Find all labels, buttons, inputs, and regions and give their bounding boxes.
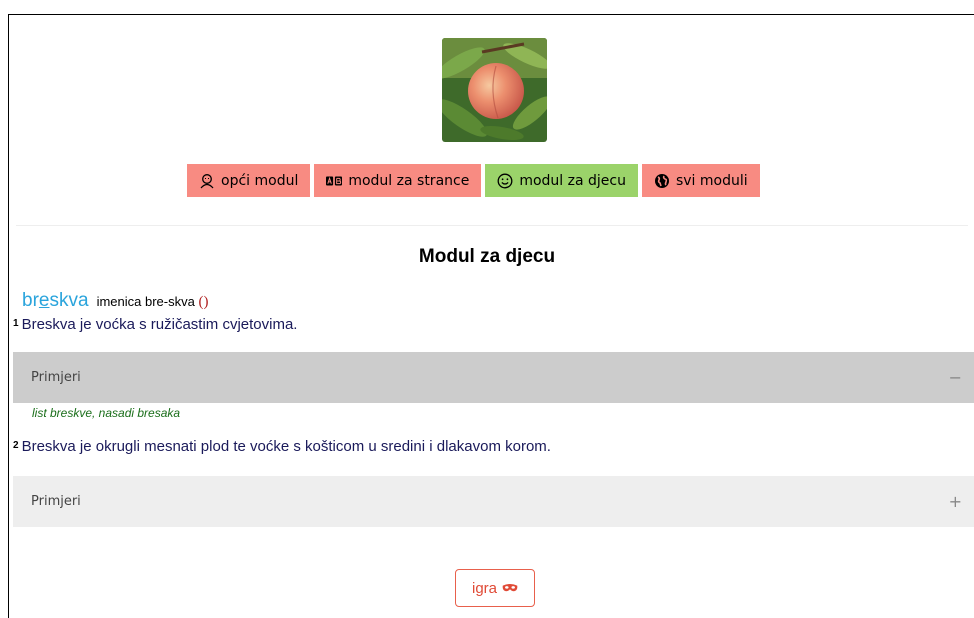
sense-number: 2 bbox=[13, 440, 19, 451]
examples-toggle-2[interactable]: Primjeri + bbox=[13, 476, 974, 527]
smiley-icon bbox=[497, 173, 513, 189]
module-nav: opći modul modul za strance modul za dje… bbox=[187, 164, 760, 197]
foreigners-module-label: modul za strance bbox=[348, 172, 470, 189]
sense-1-definition: 1 Breskva je voćka s ružičastim cvjetovim… bbox=[13, 316, 298, 333]
general-module-button[interactable]: opći modul bbox=[187, 164, 311, 197]
sense-2-definition: 2 Breskva je okrugli mesnati plod te voćk… bbox=[13, 438, 551, 455]
children-module-button[interactable]: modul za djecu bbox=[485, 164, 638, 197]
ab-translate-icon bbox=[326, 173, 343, 189]
examples-toggle-1[interactable]: Primjeri − bbox=[13, 352, 974, 403]
game-label: igra bbox=[471, 579, 497, 597]
general-module-label: opći modul bbox=[221, 172, 299, 189]
children-module-label: modul za djecu bbox=[519, 172, 626, 189]
sense-1-examples: list breskve, nasadi bresaka bbox=[32, 406, 181, 420]
peach-image bbox=[442, 38, 547, 142]
part-of-speech: imenica bre-skva () bbox=[96, 294, 209, 310]
header-divider bbox=[16, 225, 968, 226]
person-icon bbox=[199, 173, 215, 189]
mask-icon bbox=[502, 580, 518, 596]
examples-label: Primjeri bbox=[31, 370, 81, 385]
headword: breskva bbox=[22, 290, 89, 311]
globe-icon bbox=[654, 173, 670, 189]
frame-left-border bbox=[8, 14, 9, 618]
collapse-icon: − bbox=[948, 368, 962, 387]
all-modules-button[interactable]: svi moduli bbox=[641, 164, 760, 197]
examples-label: Primjeri bbox=[31, 494, 81, 509]
foreigners-module-button[interactable]: modul za strance bbox=[314, 164, 482, 197]
stressed-vowel: e bbox=[38, 290, 50, 311]
page-title: Modul za djecu bbox=[418, 246, 556, 267]
pronunciation-parens: () bbox=[198, 294, 209, 310]
expand-icon: + bbox=[948, 492, 962, 511]
sense-number: 1 bbox=[13, 318, 19, 329]
game-button[interactable]: igra bbox=[455, 569, 535, 607]
all-modules-label: svi moduli bbox=[675, 172, 748, 189]
frame-top-border bbox=[8, 14, 974, 15]
entry-header: breskva imenica bre-skva () bbox=[22, 290, 208, 312]
